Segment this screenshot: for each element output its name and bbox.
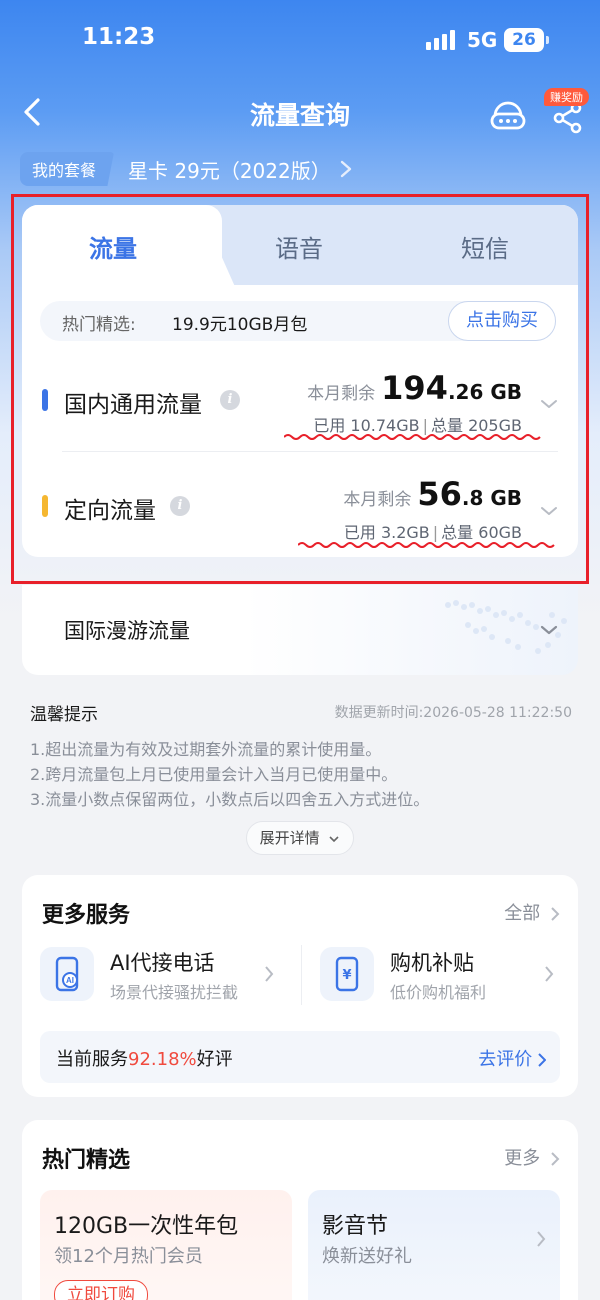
plan-selector[interactable]: 我的套餐 星卡 29元（2022版） [20,152,353,186]
chevron-down-icon [540,625,558,635]
plan-tag: 我的套餐 [20,152,115,186]
featured-title: 影音节 [322,1214,389,1239]
highlight-annotation-box [11,194,589,584]
battery-icon: 26 [504,28,544,52]
more-services-card: 更多服务 全部 AI AI代接电话 场景代接骚扰拦截 ¥ 购机补贴 低价购机福利… [22,875,578,1097]
service-ai-call[interactable]: AI AI代接电话 场景代接骚扰拦截 [22,941,284,1007]
svg-text:¥: ¥ [342,968,351,983]
more-link-label: 更多 [504,1148,541,1169]
chevron-right-icon [538,1053,547,1067]
section-title: 更多服务 [42,903,131,928]
tips-title: 温馨提示 [30,705,98,725]
rating-prefix: 当前服务 [56,1049,128,1070]
plan-name: 星卡 29元（2022版） [128,158,331,183]
rate-button[interactable]: 去评价 [478,1045,547,1071]
signal-icon [426,30,458,50]
ai-phone-icon: AI [40,947,94,1001]
rate-label: 去评价 [478,1049,533,1070]
tip-line: 2.跨月流量包上月已使用量会计入当月已使用量中。 [30,765,398,784]
network-label: 5G [467,28,498,52]
featured-item-media-festival[interactable]: 影音节 焕新送好礼 [308,1190,560,1300]
all-services-link[interactable]: 全部 [504,899,560,925]
featured-card: 热门精选 更多 120GB一次性年包 领12个月热门会员 立即订购 影音节 焕新… [22,1120,578,1300]
chevron-right-icon [551,1152,560,1166]
headset-icon [490,101,526,130]
svg-text:AI: AI [66,976,74,985]
update-time: 数据更新时间:2026-05-28 11:22:50 [334,705,572,721]
chevron-right-icon [537,1231,546,1247]
rating-bar: 当前服务92.18%好评 去评价 [40,1031,560,1083]
tip-line: 1.超出流量为有效及过期套外流量的累计使用量。 [30,740,382,759]
all-link-label: 全部 [504,903,541,924]
section-title: 热门精选 [42,1148,131,1173]
featured-title: 120GB一次性年包 [54,1214,239,1239]
customer-service-button[interactable] [488,94,528,134]
chevron-right-icon [265,966,274,982]
service-name: AI代接电话 [110,951,215,975]
service-desc: 低价购机福利 [390,983,487,1002]
chevron-right-icon [551,907,560,921]
featured-item-annual-pack[interactable]: 120GB一次性年包 领12个月热门会员 立即订购 [40,1190,292,1300]
more-link[interactable]: 更多 [504,1144,560,1170]
service-name: 购机补贴 [390,951,474,975]
rating-text: 当前服务92.18%好评 [56,1045,233,1071]
reward-badge[interactable]: 赚奖励 [544,88,589,106]
nav-bar: 流量查询 赚奖励 [0,80,600,144]
battery-tip [546,36,549,44]
chevron-down-icon [329,835,339,842]
status-bar: 11:23 5G 26 [0,0,600,80]
roaming-card[interactable]: 国际漫游流量 [22,585,578,675]
featured-desc: 焕新送好礼 [322,1246,412,1267]
roaming-title: 国际漫游流量 [64,619,190,643]
chevron-right-icon [340,160,351,178]
phone-subsidy-icon: ¥ [320,947,374,1001]
expand-label: 展开详情 [259,829,320,847]
expand-details-button[interactable]: 展开详情 [246,821,354,855]
status-time: 11:23 [82,24,156,50]
rating-suffix: 好评 [196,1049,233,1070]
service-phone-subsidy[interactable]: ¥ 购机补贴 低价购机福利 [302,941,564,1007]
chevron-right-icon [545,966,554,982]
rating-percent: 92.18% [128,1049,197,1070]
tip-line: 3.流量小数点保留两位，小数点后以四舍五入方式进位。 [30,790,430,809]
service-desc: 场景代接骚扰拦截 [110,983,239,1002]
featured-desc: 领12个月热门会员 [54,1246,203,1267]
order-now-button[interactable]: 立即订购 [54,1280,148,1300]
